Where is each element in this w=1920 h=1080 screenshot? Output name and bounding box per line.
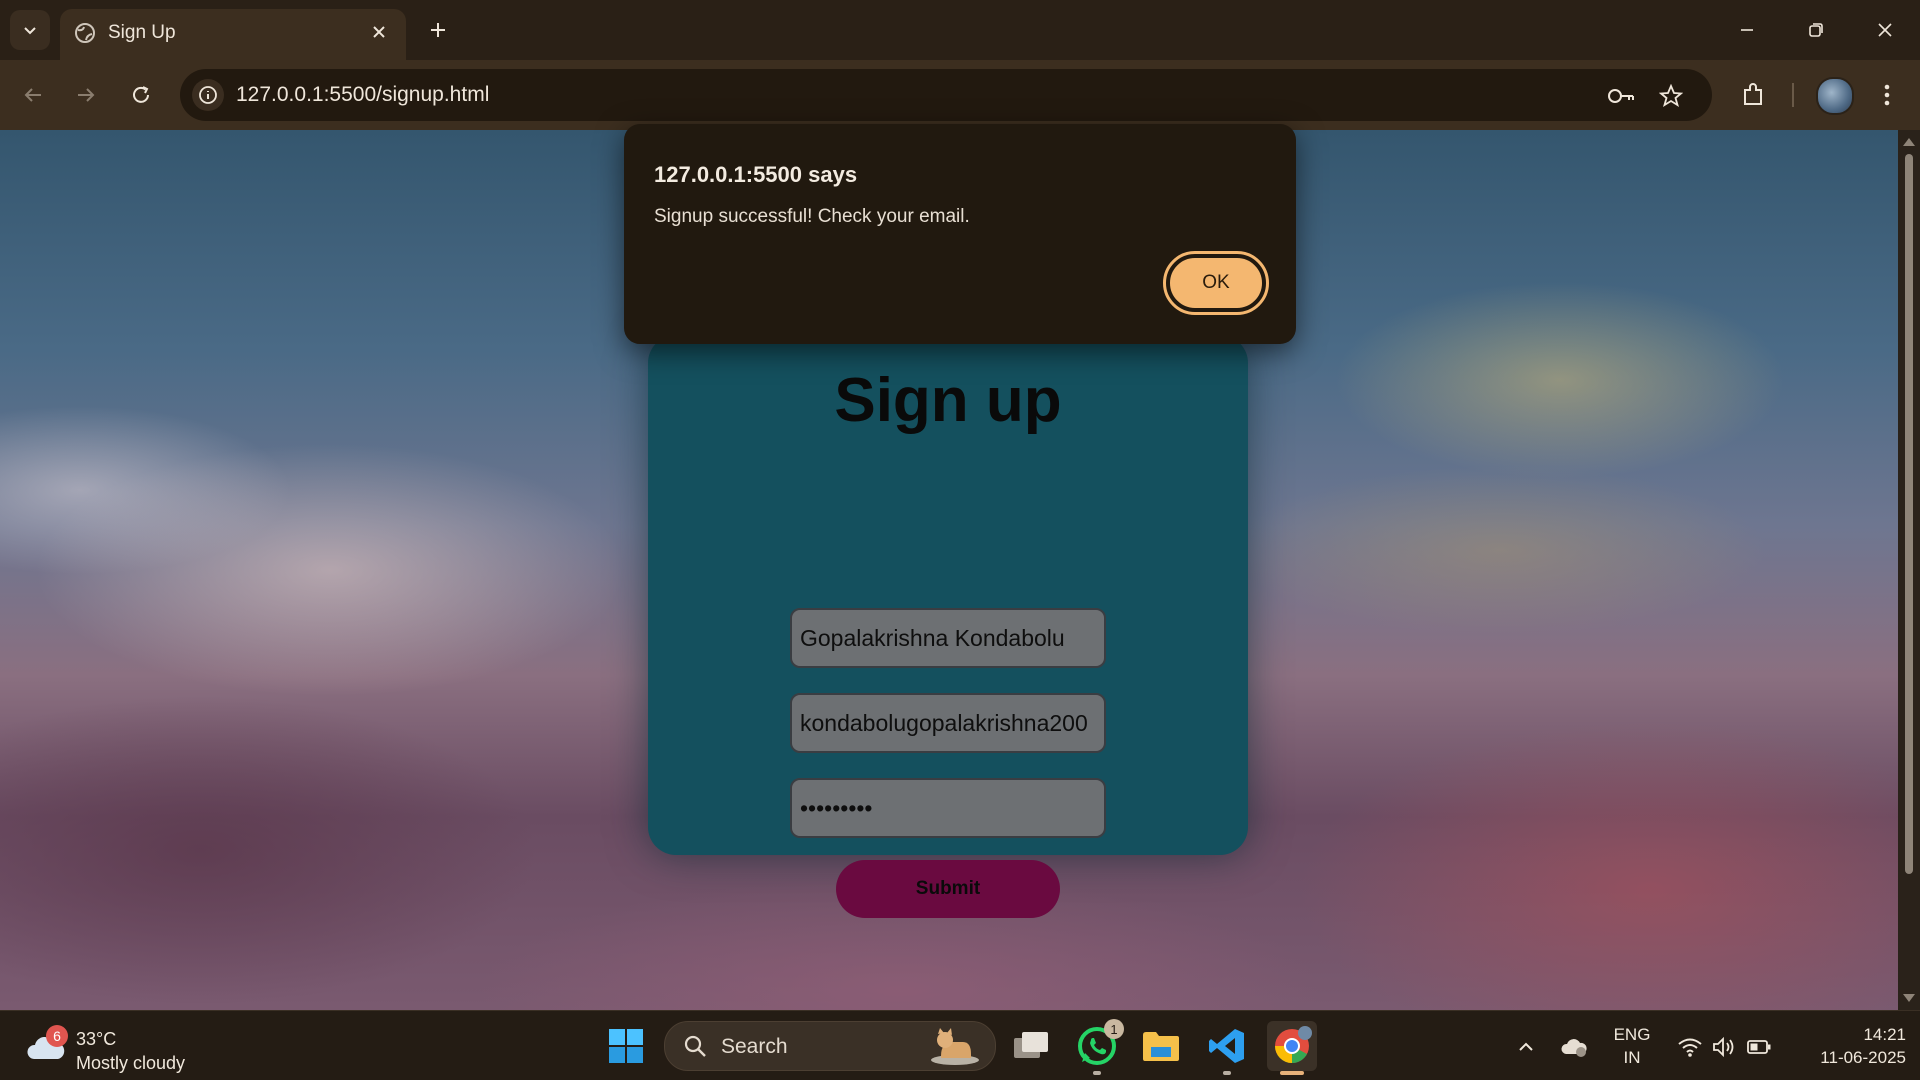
forward-button[interactable] [68,77,104,113]
scroll-thumb[interactable] [1905,154,1913,874]
whatsapp-app[interactable]: 1 [1072,1019,1124,1075]
system-clock[interactable]: 14:21 11-06-2025 [1790,1023,1906,1069]
scroll-up-arrow-icon[interactable] [1903,138,1915,146]
weather-description: Mostly cloudy [76,1053,186,1073]
globe-icon [75,23,95,43]
plus-icon [431,23,445,37]
chrome-icon [1275,1026,1312,1063]
url-text: 127.0.0.1:5500/signup.html [236,83,490,106]
volume-icon [1713,1036,1734,1058]
extensions-icon [1744,83,1762,105]
restore-icon [1809,23,1823,37]
clock-time: 14:21 [1863,1025,1906,1044]
taskbar: 6 33°C Mostly cloudy Search 1 ENG IN 14:… [0,1010,1920,1080]
star-icon [1659,84,1683,107]
back-icon [24,88,41,102]
region-code: IN [1623,1048,1641,1067]
start-button[interactable] [601,1021,651,1071]
file-explorer-app[interactable] [1136,1021,1186,1071]
weather-widget[interactable]: 6 33°C Mostly cloudy [24,1021,204,1073]
tab-search-button[interactable] [10,10,50,50]
alert-dialog: 127.0.0.1:5500 says Signup successful! C… [624,124,1296,344]
toolbar-divider [1792,83,1794,107]
wifi-icon [1678,1038,1702,1057]
page-scrollbar[interactable] [1898,130,1920,1010]
ok-button[interactable]: OK [1163,251,1269,315]
tab-strip: Sign Up [0,0,1920,60]
bookmark-button[interactable] [1656,81,1686,111]
search-label: Search [721,1035,788,1058]
info-icon [199,86,217,104]
close-window-button[interactable] [1862,10,1908,50]
tab-title: Sign Up [108,22,176,43]
taskbar-search[interactable]: Search [664,1021,996,1071]
reload-icon [133,86,149,103]
running-indicator [1223,1071,1231,1075]
dialog-title: 127.0.0.1:5500 says [654,162,858,187]
whatsapp-badge: 1 [1104,1019,1124,1039]
onedrive-cloud-icon [1561,1039,1587,1057]
chevron-up-icon [1519,1042,1533,1051]
language-indicator[interactable]: ENG IN [1606,1023,1658,1069]
site-info-button[interactable] [192,79,224,111]
browser-tab[interactable]: Sign Up [60,9,406,60]
close-icon [373,26,385,38]
clock-date: 11-06-2025 [1820,1048,1906,1067]
windows-logo-icon [609,1029,643,1063]
close-icon [1878,23,1892,37]
password-input[interactable]: ••••••••• [790,778,1106,838]
new-tab-button[interactable] [422,14,454,46]
vscode-app[interactable] [1202,1021,1252,1075]
show-hidden-icons-button[interactable] [1512,1033,1540,1061]
browser-menu-button[interactable] [1869,77,1905,113]
name-input[interactable]: Gopalakrishna Kondabolu [790,608,1106,668]
weather-badge: 6 [46,1025,68,1047]
running-indicator [1093,1071,1101,1075]
minimize-icon [1741,29,1753,31]
onedrive-status[interactable] [1560,1033,1588,1061]
tab-close-button[interactable] [366,19,392,45]
task-view-button[interactable] [1006,1021,1056,1071]
volume-status[interactable] [1710,1033,1738,1061]
wifi-status[interactable] [1676,1033,1704,1061]
email-input[interactable]: kondabolugopalakrishna200 [790,693,1106,753]
cat-illustration-icon [931,1028,979,1065]
language-code: ENG [1613,1025,1651,1044]
battery-icon [1747,1040,1771,1054]
back-button[interactable] [15,77,51,113]
weather-temperature: 33°C [76,1029,117,1049]
extensions-button[interactable] [1735,77,1771,113]
scroll-down-arrow-icon[interactable] [1903,994,1915,1002]
minimize-button[interactable] [1724,10,1770,50]
search-icon [684,1035,706,1057]
profile-avatar[interactable] [1816,77,1854,115]
submit-button[interactable]: Submit [836,860,1060,918]
menu-dots-icon [1884,84,1890,106]
dialog-message: Signup successful! Check your email. [654,206,970,227]
vscode-icon [1209,1029,1244,1063]
forward-icon [78,88,95,102]
key-icon [1608,89,1634,103]
password-key-button[interactable] [1606,81,1636,111]
chevron-down-icon [24,27,36,35]
battery-status[interactable] [1745,1033,1773,1061]
task-view-icon [1014,1032,1048,1058]
chrome-app[interactable] [1267,1021,1317,1075]
page-title: Sign up [834,366,1062,435]
browser-toolbar: 127.0.0.1:5500/signup.html [0,60,1920,130]
reload-button[interactable] [123,77,159,113]
address-bar[interactable]: 127.0.0.1:5500/signup.html [180,69,1712,121]
signup-card: Sign up Gopalakrishna Kondabolu kondabol… [648,335,1248,918]
folder-icon [1143,1032,1179,1061]
active-indicator [1280,1071,1304,1075]
restore-button[interactable] [1793,10,1839,50]
